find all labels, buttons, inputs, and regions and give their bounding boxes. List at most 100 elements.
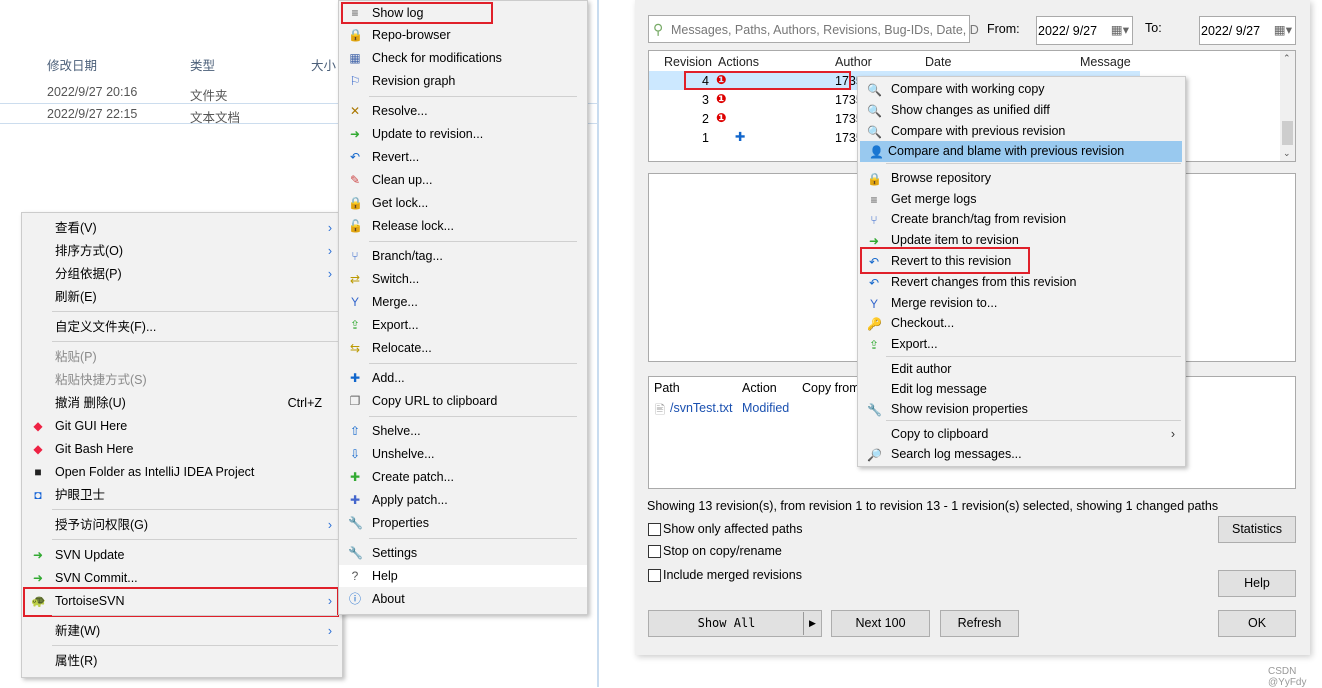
svn-menu-revert[interactable]: ↶ Revert... <box>339 146 587 168</box>
log-menu-get-merge-logs[interactable]: ≡ Get merge logs <box>858 189 1185 210</box>
svn-menu-switch[interactable]: ⇄ Switch... <box>339 268 587 290</box>
submenu-arrow-icon: › <box>327 244 332 258</box>
svn-menu-about[interactable]: ⓘ About <box>339 588 587 610</box>
log-menu-export[interactable]: ⇪ Export... <box>858 334 1185 355</box>
col-actions[interactable]: Actions <box>718 55 759 69</box>
menu-item-6[interactable]: 粘贴(P) <box>22 346 342 368</box>
column-modified-date[interactable]: 修改日期 <box>47 55 97 74</box>
col-action[interactable]: Action <box>742 381 777 395</box>
log-menu-merge-revision-to[interactable]: Y Merge revision to... <box>858 293 1185 314</box>
from-label: From: <box>987 22 1020 36</box>
shield-icon: ◘ <box>34 488 42 502</box>
update-item-to-revision-icon: ➜ <box>868 234 880 248</box>
show-only-affected-checkbox[interactable] <box>648 523 661 536</box>
log-menu-search-log-messages[interactable]: 🔎 Search log messages... <box>858 444 1185 465</box>
log-menu-compare-with-previous-revision[interactable]: 🔍 Compare with previous revision <box>858 121 1185 142</box>
svn-menu-relocate[interactable]: ⇆ Relocate... <box>339 337 587 359</box>
col-copy-from[interactable]: Copy from <box>802 381 860 395</box>
stop-on-copy-checkbox[interactable] <box>648 545 661 558</box>
svn-menu-clean-up[interactable]: ✎ Clean up... <box>339 169 587 191</box>
column-size[interactable]: 大小 <box>311 55 336 74</box>
col-message[interactable]: Message <box>1080 55 1131 69</box>
log-menu-compare-with-working-copy[interactable]: 🔍 Compare with working copy <box>858 79 1185 100</box>
revision-list-scrollbar[interactable]: ⌃ ⌄ <box>1280 51 1295 161</box>
svn-menu-export[interactable]: ⇪ Export... <box>339 314 587 336</box>
menu-item-4[interactable]: 刷新(E) <box>22 286 342 308</box>
menu-item-11[interactable]: ■ Open Folder as IntelliJ IDEA Project <box>22 461 342 483</box>
col-path[interactable]: Path <box>654 381 680 395</box>
ok-button[interactable]: OK <box>1218 610 1296 637</box>
menu-item-5[interactable]: 自定义文件夹(F)... <box>22 316 342 338</box>
log-menu-create-branch-tag-from-revision[interactable]: ⑂ Create branch/tag from revision <box>858 209 1185 230</box>
refresh-button[interactable]: Refresh <box>940 610 1019 637</box>
menu-item-12[interactable]: ◘ 护眼卫士 <box>22 484 342 506</box>
checkbox-label[interactable]: Include merged revisions <box>663 568 802 582</box>
svn-menu-apply-patch[interactable]: ✚ Apply patch... <box>339 489 587 511</box>
menu-item-10[interactable]: ◆ Git Bash Here <box>22 438 342 460</box>
svn-menu-settings[interactable]: 🔧 Settings <box>339 542 587 564</box>
column-type[interactable]: 类型 <box>190 55 215 74</box>
menu-item-1[interactable]: 查看(V) › <box>22 217 342 239</box>
menu-item-label: 自定义文件夹(F)... <box>55 320 157 334</box>
menu-item-8[interactable]: 撤消 删除(U) Ctrl+Z <box>22 392 342 414</box>
path-value[interactable]: /svnTest.txt <box>670 401 733 415</box>
svn-menu-properties[interactable]: 🔧 Properties <box>339 512 587 534</box>
svn-menu-merge[interactable]: Y Merge... <box>339 291 587 313</box>
col-revision[interactable]: Revision <box>664 55 712 69</box>
menu-item-3[interactable]: 分组依据(P) › <box>22 263 342 285</box>
to-date-picker[interactable]: 2022/ 9/27 ▦▾ <box>1199 16 1296 45</box>
svn-menu-revision-graph[interactable]: ⚐ Revision graph <box>339 70 587 92</box>
menu-item-2[interactable]: 排序方式(O) › <box>22 240 342 262</box>
menu-item-label: Clean up... <box>372 173 433 187</box>
col-date[interactable]: Date <box>925 55 951 69</box>
menu-item-label: Revision graph <box>372 74 456 88</box>
log-menu-browse-repository[interactable]: 🔒 Browse repository <box>858 168 1185 189</box>
menu-item-7[interactable]: 粘贴快捷方式(S) <box>22 369 342 391</box>
svn-menu-create-patch[interactable]: ✚ Create patch... <box>339 466 587 488</box>
log-menu-edit-author[interactable]: Edit author <box>858 359 1185 380</box>
svn-menu-repo-browser[interactable]: 🔒 Repo-browser <box>339 24 587 46</box>
log-menu-checkout[interactable]: 🔑 Checkout... <box>858 313 1185 334</box>
log-menu-edit-log-message[interactable]: Edit log message <box>858 379 1185 400</box>
svn-menu-add[interactable]: ✚ Add... <box>339 367 587 389</box>
svn-menu-resolve[interactable]: ✕ Resolve... <box>339 100 587 122</box>
submenu-arrow-icon: › <box>327 267 332 281</box>
search-input[interactable]: ⚲ Messages, Paths, Authors, Revisions, B… <box>648 15 979 43</box>
svn-menu-update-to-revision[interactable]: ➜ Update to revision... <box>339 123 587 145</box>
calendar-dropdown-icon[interactable]: ▦▾ <box>1111 22 1129 37</box>
svn-menu-help[interactable]: ? Help <box>339 565 587 587</box>
col-author[interactable]: Author <box>835 55 872 69</box>
merge-icon: Y <box>350 295 359 309</box>
menu-item-9[interactable]: ◆ Git GUI Here <box>22 415 342 437</box>
show-all-button[interactable]: Show All ▶ <box>648 610 822 637</box>
file-icon: 🖹 <box>655 403 666 417</box>
dropdown-arrow-icon[interactable]: ▶ <box>803 612 821 635</box>
svn-menu-shelve[interactable]: ⇧ Shelve... <box>339 420 587 442</box>
menu-item-13[interactable]: 授予访问权限(G) › <box>22 514 342 536</box>
svn-menu-unshelve[interactable]: ⇩ Unshelve... <box>339 443 587 465</box>
menu-item-15[interactable]: ➜ SVN Commit... <box>22 567 342 589</box>
menu-item-14[interactable]: ➜ SVN Update <box>22 544 342 566</box>
log-menu-revert-changes-from-this-revision[interactable]: ↶ Revert changes from this revision <box>858 272 1185 293</box>
svn-menu-check-for-modifications[interactable]: ▦ Check for modifications <box>339 47 587 69</box>
checkbox-label[interactable]: Show only affected paths <box>663 522 802 536</box>
browse-repository-icon: 🔒 <box>867 172 882 186</box>
include-merged-checkbox[interactable] <box>648 569 661 582</box>
svn-menu-branch-tag[interactable]: ⑂ Branch/tag... <box>339 245 587 267</box>
log-menu-compare-and-blame-with-previous-revision[interactable]: 👤 Compare and blame with previous revisio… <box>860 141 1182 162</box>
svn-menu-copy-url-to-clipboard[interactable]: ❐ Copy URL to clipboard <box>339 390 587 412</box>
help-button[interactable]: Help <box>1218 570 1296 597</box>
from-date-picker[interactable]: 2022/ 9/27 ▦▾ <box>1036 16 1133 45</box>
statistics-button[interactable]: Statistics <box>1218 516 1296 543</box>
log-menu-copy-to-clipboard[interactable]: Copy to clipboard › <box>858 424 1185 445</box>
svn-menu-release-lock[interactable]: 🔓 Release lock... <box>339 215 587 237</box>
svn-menu-get-lock[interactable]: 🔒 Get lock... <box>339 192 587 214</box>
menu-item-18[interactable]: 属性(R) <box>22 650 342 672</box>
next-100-button[interactable]: Next 100 <box>831 610 930 637</box>
log-menu-show-changes-as-unified-diff[interactable]: 🔍 Show changes as unified diff <box>858 100 1185 121</box>
menu-item-17[interactable]: 新建(W) › <box>22 620 342 642</box>
log-menu-show-revision-properties[interactable]: 🔧 Show revision properties <box>858 399 1185 420</box>
calendar-dropdown-icon[interactable]: ▦▾ <box>1274 22 1292 37</box>
submenu-arrow-icon: › <box>327 518 332 532</box>
checkbox-label[interactable]: Stop on copy/rename <box>663 544 782 558</box>
